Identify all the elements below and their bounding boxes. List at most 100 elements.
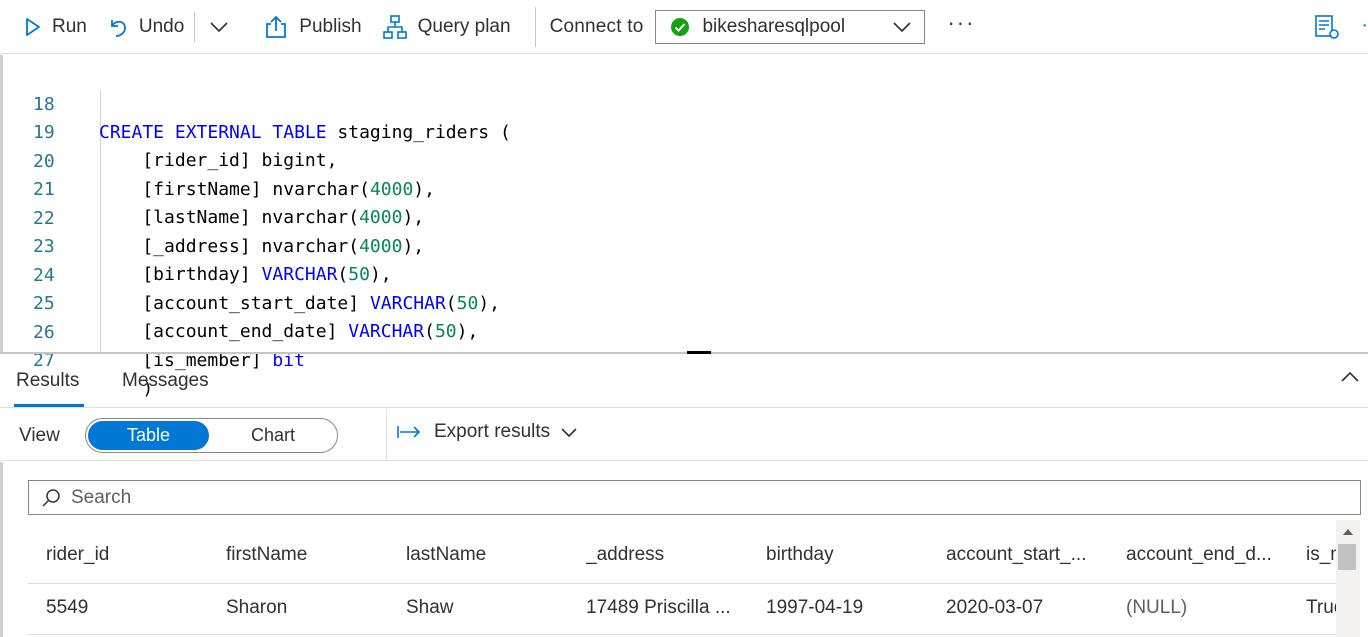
column-header-rider-id[interactable]: rider_id	[46, 544, 206, 566]
code-editor[interactable]: 18 CREATE EXTERNAL TABLE staging_riders …	[0, 55, 1368, 399]
active-tab-indicator	[14, 404, 84, 407]
view-toggle[interactable]: Table Chart	[85, 418, 338, 453]
properties-icon	[1315, 15, 1339, 39]
code-fragment: [birthday]	[99, 264, 262, 285]
number-literal: 50	[456, 293, 479, 314]
keyword: VARCHAR	[348, 321, 425, 342]
hierarchy-icon	[382, 14, 407, 39]
search-input[interactable]	[71, 486, 1271, 509]
view-chart-option[interactable]: Chart	[212, 421, 334, 450]
check-circle-icon	[671, 17, 690, 36]
column-header-birthday[interactable]: birthday	[766, 544, 926, 566]
upload-icon	[266, 15, 287, 38]
column-header-account-start-date[interactable]: account_start_...	[946, 544, 1106, 566]
column-header-address[interactable]: _address	[586, 544, 746, 566]
code-line: 24 [account_start_date] VARCHAR(50),	[3, 234, 500, 314]
code-fragment: [lastName] nvarchar(	[99, 207, 360, 228]
pool-select[interactable]: bikesharesqlpool	[655, 9, 926, 44]
run-label: Run	[52, 15, 87, 37]
publish-button[interactable]: Publish	[253, 7, 371, 47]
code-line: 20 [firstName] nvarchar(4000),	[3, 120, 435, 200]
cell-account-start-date[interactable]: 2020-03-07	[946, 597, 1106, 619]
search-box[interactable]	[28, 480, 1361, 515]
code-fragment: [firstName] nvarchar(	[99, 179, 370, 200]
cell-firstname[interactable]: Sharon	[226, 597, 386, 619]
code-fragment: ),	[478, 293, 501, 314]
view-bar-divider	[386, 409, 387, 461]
more-options-button[interactable]: ···	[947, 10, 975, 44]
undo-button[interactable]: Undo	[97, 7, 194, 47]
code-fragment: staging_riders (	[326, 122, 511, 143]
pool-select-value: bikesharesqlpool	[702, 15, 846, 37]
code-fragment: (	[445, 293, 457, 314]
column-header-is-member[interactable]: is_m	[1306, 544, 1336, 566]
number-literal: 4000	[369, 179, 414, 200]
number-literal: 50	[434, 321, 457, 342]
keyword: VARCHAR	[369, 293, 446, 314]
overflow-icon[interactable]: ·	[1361, 14, 1368, 37]
undo-icon	[110, 19, 126, 37]
code-text: [account_start_date] VARCHAR(50),	[99, 290, 500, 318]
code-fragment: [_address] nvarchar(	[99, 236, 360, 257]
run-button[interactable]: Run	[14, 7, 97, 47]
keyword: VARCHAR	[261, 264, 338, 285]
code-line: 18 CREATE EXTERNAL TABLE staging_riders …	[3, 63, 511, 143]
cell-rider-id[interactable]: 5549	[46, 597, 206, 619]
header-divider	[28, 583, 1336, 584]
toolbar-divider	[534, 6, 536, 47]
number-literal: 50	[348, 264, 370, 285]
code-text: [firstName] nvarchar(4000),	[99, 176, 435, 204]
results-tabs: Results Messages	[0, 354, 1368, 408]
code-line: 26 [is_member] bit	[3, 291, 305, 371]
cell-account-end-date[interactable]: (NULL)	[1126, 597, 1286, 619]
chevron-down-icon	[893, 21, 912, 32]
code-text: CREATE EXTERNAL TABLE staging_riders (	[99, 119, 511, 147]
results-grid: rider_id firstName lastName _address bir…	[0, 462, 1368, 637]
tab-results[interactable]: Results	[16, 370, 79, 392]
properties-button[interactable]	[1314, 14, 1340, 46]
code-line: 23 [birthday] VARCHAR(50),	[3, 205, 392, 285]
code-text: [account_end_date] VARCHAR(50),	[99, 318, 478, 346]
column-header-lastname[interactable]: lastName	[406, 544, 566, 566]
chevron-up-icon	[1341, 371, 1359, 382]
export-arrow-icon	[397, 426, 421, 438]
code-text: [lastName] nvarchar(4000),	[99, 204, 424, 232]
collapse-results-button[interactable]	[1340, 370, 1360, 388]
search-icon	[42, 488, 60, 507]
row-divider	[28, 634, 1336, 635]
view-label: View	[19, 425, 60, 446]
code-fragment: [account_start_date]	[99, 293, 370, 314]
query-plan-button[interactable]: Query plan	[372, 7, 521, 47]
query-plan-label: Query plan	[417, 15, 511, 37]
code-line: 27 )	[3, 319, 153, 399]
cell-lastname[interactable]: Shaw	[406, 597, 566, 619]
number-literal: 4000	[359, 236, 403, 257]
code-text: [rider_id] bigint,	[99, 150, 338, 171]
code-line: 22 [_address] nvarchar(4000),	[3, 177, 424, 257]
code-fragment: ),	[413, 179, 435, 200]
cell-is-member[interactable]: True	[1306, 597, 1336, 619]
grid-left-border	[0, 462, 3, 637]
play-icon	[26, 17, 40, 36]
scroll-up-icon[interactable]	[1343, 528, 1353, 535]
publish-label: Publish	[299, 15, 362, 37]
undo-dropdown-button[interactable]	[195, 7, 253, 47]
undo-label: Undo	[138, 15, 185, 37]
code-text: [birthday] VARCHAR(50),	[99, 261, 392, 289]
chevron-down-icon	[210, 21, 228, 32]
export-results-button[interactable]: Export results	[396, 421, 578, 443]
column-header-firstname[interactable]: firstName	[226, 544, 386, 566]
scrollbar-thumb[interactable]	[1338, 544, 1356, 570]
code-fragment: (	[424, 321, 435, 342]
code-line: 21 [lastName] nvarchar(4000),	[3, 148, 424, 228]
column-header-account-end-date[interactable]: account_end_d...	[1126, 544, 1286, 566]
cell-birthday[interactable]: 1997-04-19	[766, 597, 926, 619]
cell-address[interactable]: 17489 Priscilla ...	[586, 597, 746, 619]
code-text: [_address] nvarchar(4000),	[99, 233, 424, 261]
number-literal: 4000	[359, 207, 403, 228]
code-fragment: ),	[456, 321, 479, 342]
tab-messages[interactable]: Messages	[122, 370, 209, 392]
code-fragment: ),	[369, 264, 392, 285]
view-table-option[interactable]: Table	[88, 421, 209, 450]
vertical-scrollbar[interactable]	[1336, 520, 1360, 637]
